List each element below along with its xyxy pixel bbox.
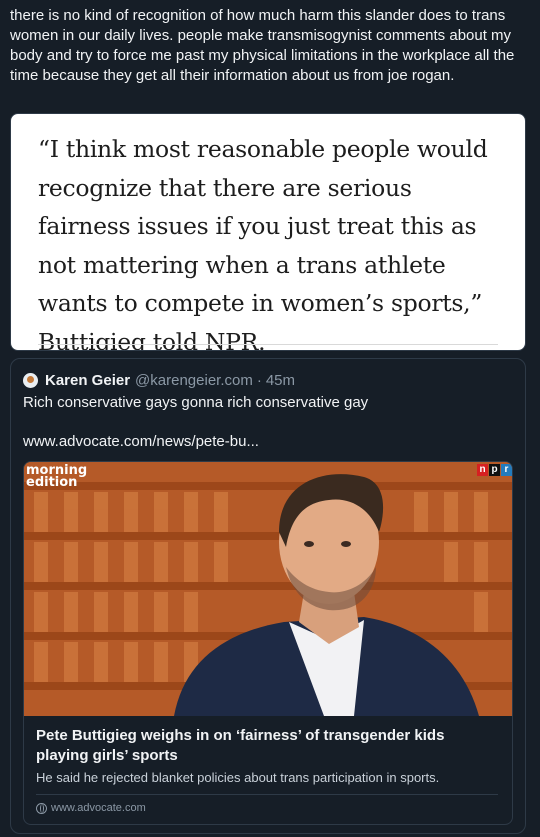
link-domain[interactable]: www.advocate.com [36, 802, 146, 814]
quoted-post-body: Rich conservative gays gonna rich conser… [23, 394, 369, 411]
npr-logo-p: p [489, 464, 500, 476]
quote-text: “I think most reasonable people would re… [38, 135, 488, 351]
npr-logo-r: r [501, 464, 512, 476]
quoted-post[interactable]: Karen Geier @karengeier.com · 45m Rich c… [10, 358, 526, 834]
separator: · [256, 371, 262, 389]
globe-icon [36, 802, 47, 814]
show-logo-line2: edition [26, 475, 78, 490]
author-handle[interactable]: @karengeier.com [135, 372, 253, 389]
link-title[interactable]: Pete Buttigieg weighs in on ‘fairness’ o… [36, 726, 496, 766]
quoted-post-header: Karen Geier @karengeier.com · 45m [23, 371, 295, 389]
quote-divider [38, 344, 498, 345]
npr-logo: n p r [476, 464, 512, 476]
thumbnail-photo [24, 462, 512, 716]
link-domain-text: www.advocate.com [51, 802, 146, 814]
link-preview-card[interactable]: morning edition n p r Pete Buttigieg wei… [23, 461, 513, 825]
link-description: He said he rejected blanket policies abo… [36, 770, 440, 785]
npr-logo-n: n [477, 464, 488, 476]
author-name[interactable]: Karen Geier [45, 372, 130, 389]
timestamp[interactable]: 45m [266, 372, 295, 389]
quoted-post-link[interactable]: www.advocate.com/news/pete-bu... [23, 433, 259, 450]
link-thumbnail[interactable]: morning edition n p r [24, 462, 512, 716]
quote-image[interactable]: “I think most reasonable people would re… [10, 113, 526, 351]
link-divider [36, 794, 498, 795]
post-text: there is no kind of recognition of how m… [10, 7, 515, 84]
avatar[interactable] [23, 372, 38, 388]
show-logo: morning edition [26, 464, 87, 490]
